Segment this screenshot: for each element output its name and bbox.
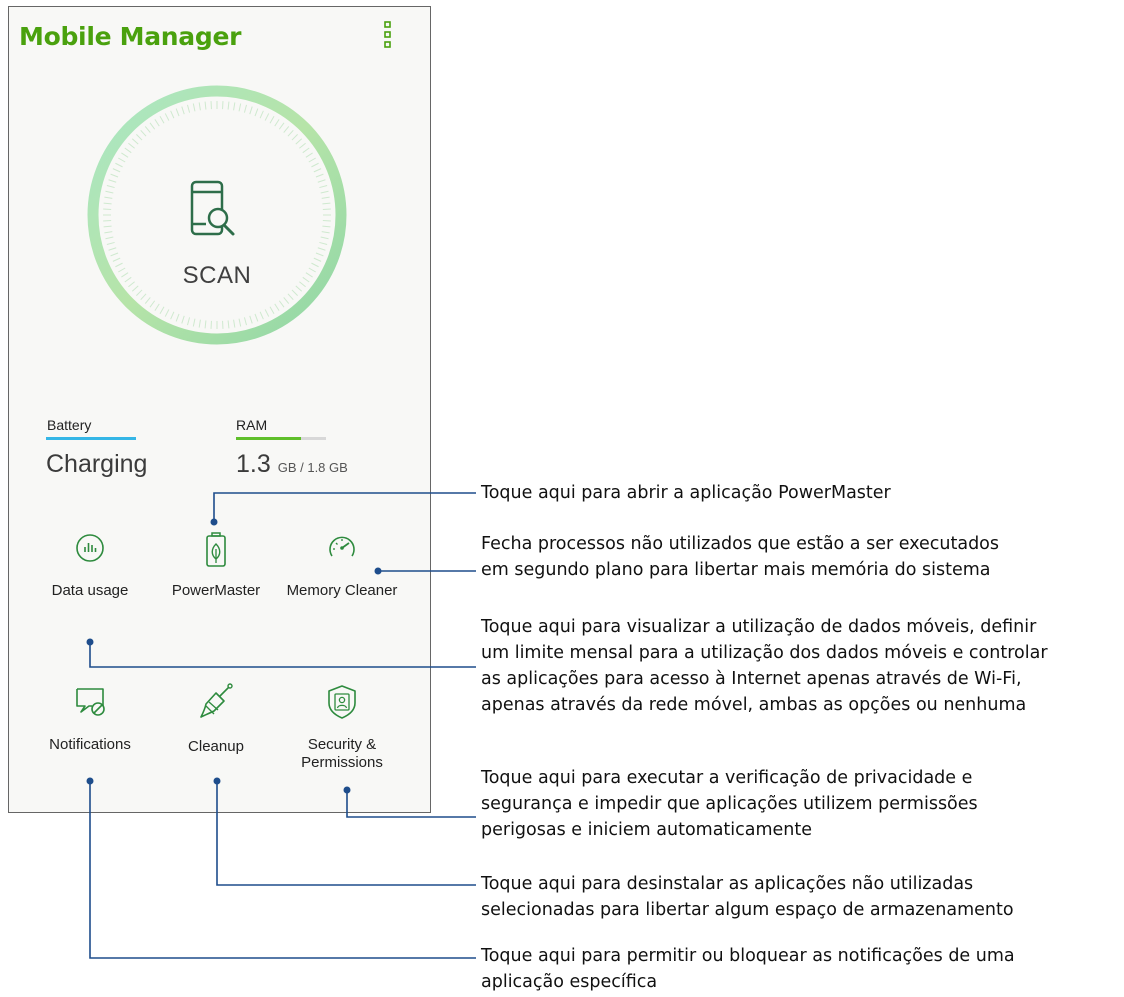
leader-dot-cleanup bbox=[213, 777, 221, 785]
callout-security: Toque aqui para executar a verificação d… bbox=[481, 765, 978, 843]
callout-powermaster: Toque aqui para abrir a aplicação PowerM… bbox=[481, 480, 891, 506]
leader-line-powermaster bbox=[213, 492, 476, 522]
callout-text-cleanup: Toque aqui para desinstalar as aplicaçõe… bbox=[481, 874, 1014, 920]
leader-line-notifications bbox=[89, 781, 476, 959]
callout-memory-cleaner: Fecha processos não utilizados que estão… bbox=[481, 531, 999, 583]
callout-text-security: Toque aqui para executar a verificação d… bbox=[481, 768, 978, 840]
callout-data-usage: Toque aqui para visualizar a utilização … bbox=[481, 614, 1048, 718]
leader-line-data-usage bbox=[89, 642, 476, 668]
leader-line-security bbox=[346, 790, 476, 818]
leader-dot-powermaster bbox=[210, 518, 218, 526]
leader-dot-memory-cleaner bbox=[374, 567, 382, 575]
leader-dot-security bbox=[343, 786, 351, 794]
callout-cleanup: Toque aqui para desinstalar as aplicaçõe… bbox=[481, 871, 1014, 923]
callout-text-memory-cleaner: Fecha processos não utilizados que estão… bbox=[481, 534, 1000, 580]
callout-text-data-usage: Toque aqui para visualizar a utilização … bbox=[481, 617, 1048, 715]
callout-text-powermaster: Toque aqui para abrir a aplicação PowerM… bbox=[481, 483, 891, 503]
callout-text-notifications: Toque aqui para permitir ou bloquear as … bbox=[481, 946, 1015, 992]
leader-dot-data-usage bbox=[86, 638, 94, 646]
leader-dot-notifications bbox=[86, 777, 94, 785]
callout-notifications: Toque aqui para permitir ou bloquear as … bbox=[481, 943, 1015, 995]
